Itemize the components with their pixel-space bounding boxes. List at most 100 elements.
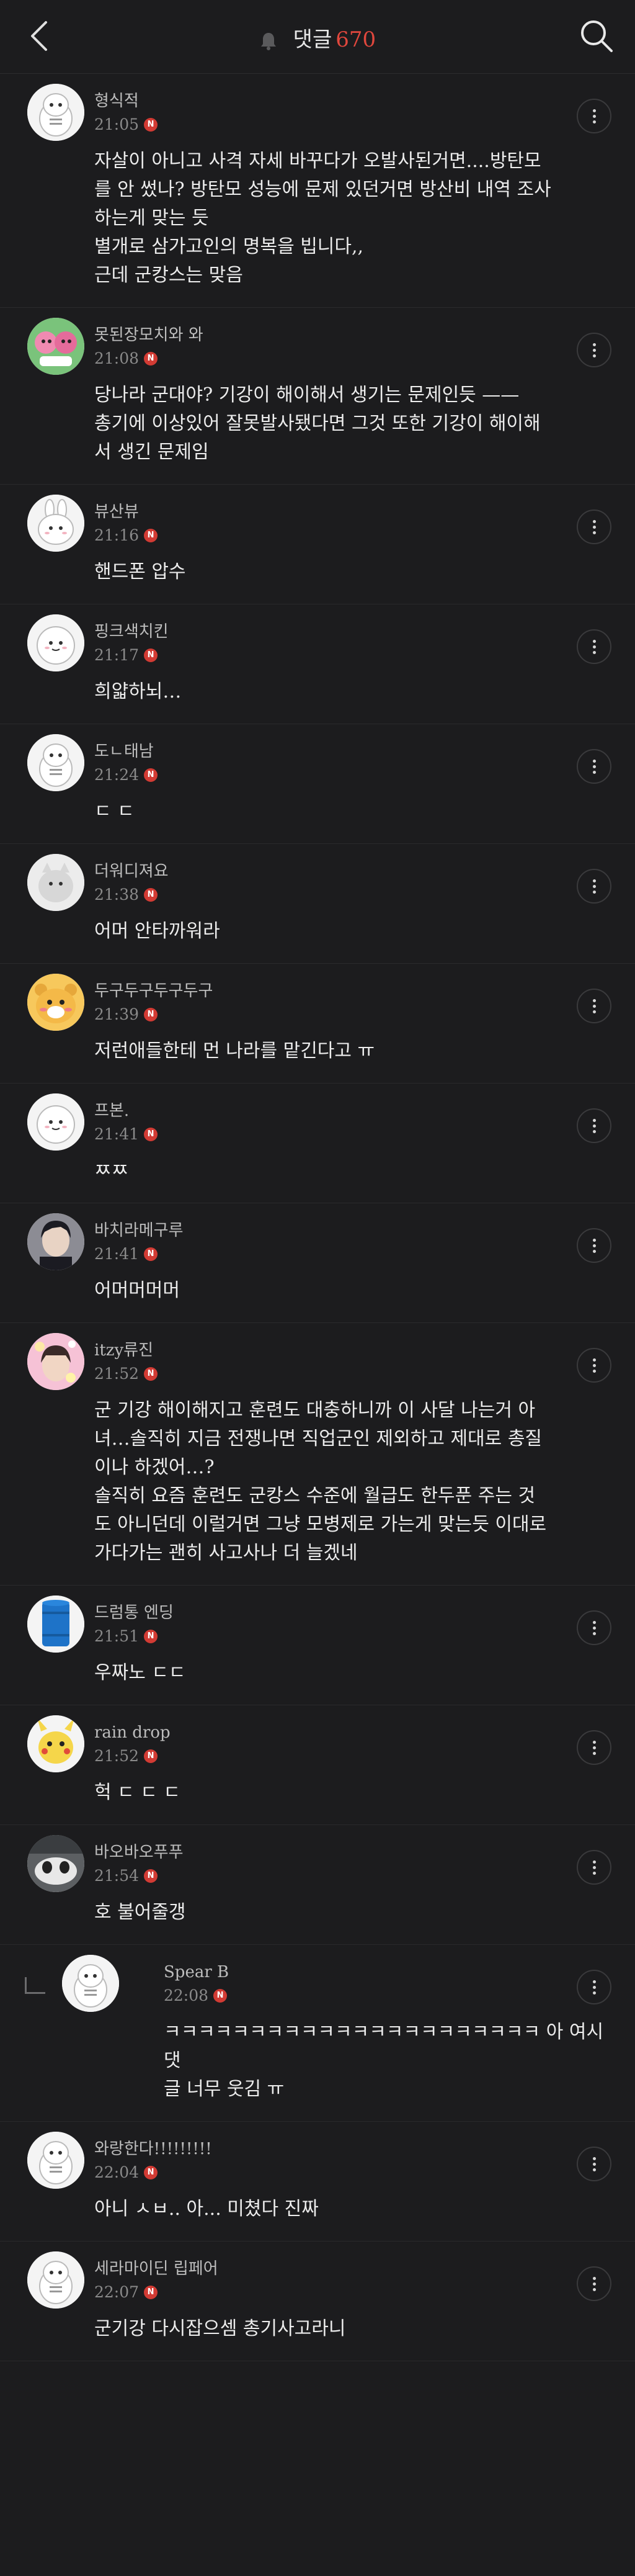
- avatar[interactable]: [27, 734, 84, 791]
- comment-item: 형식적 21:05 N 자살이 아니고 사격 자세 바꾸다가 오발사된거면....방탄…: [0, 74, 635, 308]
- comment-author[interactable]: rain drop: [94, 1720, 610, 1745]
- comment-text: ㅋㅋㅋㅋㅋㅋㅋㅋㅋㅋㅋㅋㅋㅋㅋㅋㅋㅋㅋㅋㅋㅋ 아 여시 댓 글 너무 웃김 ㅠ: [164, 2021, 604, 2100]
- avatar[interactable]: [27, 1835, 84, 1892]
- new-badge: N: [144, 1008, 158, 1021]
- comment-author[interactable]: itzy류진: [94, 1338, 610, 1363]
- comment-item: 세라마이딘 립페어 22:07 N 군기강 다시잡으셈 총기사고라니: [0, 2242, 635, 2361]
- avatar[interactable]: [27, 1093, 84, 1151]
- avatar[interactable]: [27, 1595, 84, 1653]
- new-badge: N: [144, 1869, 158, 1883]
- comment-time: 21:24: [94, 766, 140, 784]
- comment-time: 21:16: [94, 526, 140, 544]
- comment-author[interactable]: 세라마이딘 립페어: [94, 2256, 610, 2281]
- avatar[interactable]: [62, 1955, 119, 2012]
- comment-item: 바오바오푸푸 21:54 N 호 불어줄갱: [0, 1825, 635, 1945]
- more-options-icon[interactable]: [577, 989, 611, 1023]
- new-badge: N: [144, 648, 158, 662]
- new-badge: N: [144, 1128, 158, 1141]
- comment-item: 드럼통 엔딩 21:51 N 우짜노 ㄷㄷ: [0, 1586, 635, 1705]
- comment-author[interactable]: 못된장모치와 와: [94, 323, 610, 348]
- avatar[interactable]: [27, 2132, 84, 2189]
- comment-text: 어머머머머: [94, 1280, 180, 1301]
- comment-author[interactable]: 형식적: [94, 89, 610, 114]
- comment-author[interactable]: 도ㄴ태남: [94, 739, 610, 764]
- comment-author[interactable]: 뷰산뷰: [94, 500, 610, 524]
- comment-author[interactable]: 바치라메구루: [94, 1218, 610, 1243]
- search-icon[interactable]: [577, 16, 616, 56]
- new-badge: N: [144, 1367, 158, 1381]
- comment-list: 형식적 21:05 N 자살이 아니고 사격 자세 바꾸다가 오발사된거면....방탄…: [0, 74, 635, 2361]
- more-options-icon[interactable]: [577, 99, 611, 133]
- avatar[interactable]: [27, 974, 84, 1031]
- comment-author[interactable]: 와랑한다!!!!!!!!!: [94, 2137, 610, 2161]
- more-options-icon[interactable]: [577, 1970, 611, 2004]
- new-badge: N: [144, 1749, 158, 1763]
- comment-item: 뷰산뷰 21:16 N 핸드폰 압수: [0, 485, 635, 604]
- comment-text: ㄷ ㄷ: [94, 801, 135, 822]
- new-badge: N: [144, 1630, 158, 1643]
- more-options-icon[interactable]: [577, 629, 611, 664]
- comment-text: 당나라 군대야? 기강이 해이해서 생기는 문제인듯 —— 총기에 이상있어 잘…: [94, 384, 541, 463]
- comment-time: 22:04: [94, 2163, 140, 2181]
- comment-author[interactable]: 드럼통 엔딩: [94, 1600, 610, 1625]
- comment-text: 헉 ㄷ ㄷ ㄷ: [94, 1782, 181, 1803]
- more-options-icon[interactable]: [577, 1348, 611, 1383]
- avatar[interactable]: [27, 84, 84, 141]
- more-options-icon[interactable]: [577, 509, 611, 544]
- more-options-icon[interactable]: [577, 1228, 611, 1263]
- more-options-icon[interactable]: [577, 1850, 611, 1885]
- comment-text: 군 기강 해이해지고 훈련도 대충하니까 이 사달 나는거 아 녀…솔직히 지금…: [94, 1399, 547, 1564]
- new-badge: N: [144, 768, 158, 782]
- comment-text: 자살이 아니고 사격 자세 바꾸다가 오발사된거면....방탄모 를 안 썼나?…: [94, 150, 551, 286]
- comment-item: rain drop 21:52 N 헉 ㄷ ㄷ ㄷ: [0, 1705, 635, 1825]
- comment-time: 22:08: [164, 1986, 209, 2004]
- comment-time: 21:52: [94, 1747, 140, 1765]
- more-options-icon[interactable]: [577, 1108, 611, 1143]
- comment-text: ㅉㅉ: [94, 1160, 129, 1182]
- bell-icon[interactable]: [259, 31, 278, 51]
- more-options-icon[interactable]: [577, 869, 611, 904]
- new-badge: N: [213, 1989, 228, 2003]
- comment-time: 21:54: [94, 1867, 140, 1885]
- comment-item: 핑크색치킨 21:17 N 희얇하뇌…: [0, 604, 635, 724]
- more-options-icon[interactable]: [577, 2147, 611, 2181]
- more-options-icon[interactable]: [577, 1610, 611, 1645]
- comment-time: 21:08: [94, 349, 140, 367]
- comment-time: 21:38: [94, 886, 140, 904]
- comment-author[interactable]: 핑크색치킨: [94, 619, 610, 644]
- comment-text: 어머 안타까워라: [94, 920, 220, 942]
- comment-text: 저런애들한테 먼 나라를 맡긴다고 ㅠ: [94, 1040, 375, 1062]
- more-options-icon[interactable]: [577, 2266, 611, 2301]
- page-title: 댓글 670: [0, 22, 635, 53]
- comment-author[interactable]: 더워디져요: [94, 859, 610, 884]
- reply-arrow-icon: [25, 1977, 45, 1994]
- comment-time: 22:07: [94, 2283, 140, 2301]
- comment-text: 아니 ㅅㅂ.. 아... 미쳤다 진짜: [94, 2198, 319, 2220]
- comment-author[interactable]: 프본.: [94, 1098, 610, 1123]
- comment-item: itzy류진 21:52 N 군 기강 해이해지고 훈련도 대충하니까 이 사달 나는…: [0, 1323, 635, 1586]
- comment-author[interactable]: 바오바오푸푸: [94, 1840, 610, 1865]
- avatar[interactable]: [27, 495, 84, 552]
- comment-time: 21:39: [94, 1005, 140, 1023]
- comment-item: 도ㄴ태남 21:24 N ㄷ ㄷ: [0, 724, 635, 844]
- comment-item: 프본. 21:41 N ㅉㅉ: [0, 1084, 635, 1203]
- comment-time: 21:05: [94, 115, 140, 133]
- comment-item: 더워디져요 21:38 N 어머 안타까워라: [0, 844, 635, 964]
- comment-time: 21:51: [94, 1627, 140, 1645]
- avatar[interactable]: [27, 2251, 84, 2309]
- comment-author[interactable]: Spear B: [164, 1960, 610, 1985]
- comment-time: 21:52: [94, 1365, 140, 1383]
- more-options-icon[interactable]: [577, 1730, 611, 1765]
- avatar[interactable]: [27, 614, 84, 671]
- new-badge: N: [144, 888, 158, 902]
- avatar[interactable]: [27, 854, 84, 911]
- avatar[interactable]: [27, 1715, 84, 1772]
- avatar[interactable]: [27, 1333, 84, 1390]
- more-options-icon[interactable]: [577, 333, 611, 367]
- avatar[interactable]: [27, 318, 84, 375]
- comment-author[interactable]: 두구두구두구두구: [94, 979, 610, 1003]
- top-bar: 댓글 670: [0, 0, 635, 74]
- avatar[interactable]: [27, 1213, 84, 1270]
- title-label: 댓글: [293, 27, 332, 52]
- more-options-icon[interactable]: [577, 749, 611, 784]
